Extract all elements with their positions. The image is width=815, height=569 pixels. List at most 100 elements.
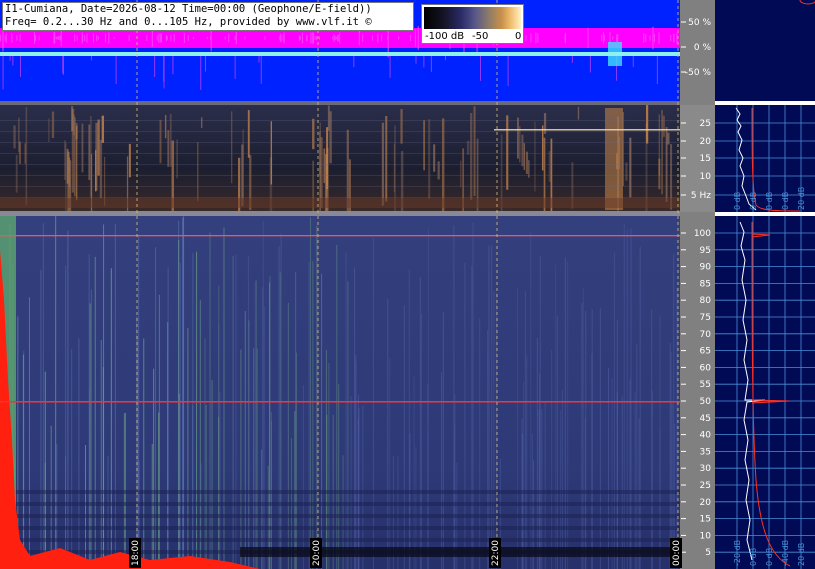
amplitude-spike xyxy=(163,56,165,82)
spectral-streak xyxy=(625,162,628,181)
amplitude-spike xyxy=(649,35,651,41)
spectral-streak xyxy=(521,134,524,167)
amplitude-spike xyxy=(381,34,383,42)
spectral-streak xyxy=(159,119,162,164)
spectral-streak xyxy=(244,310,246,569)
amplitude-spike xyxy=(200,56,202,90)
spectral-streak xyxy=(242,129,244,199)
amplitude-spike xyxy=(12,56,14,66)
amplitude-spike xyxy=(258,56,260,63)
low-frequency-axis-label: 10 xyxy=(700,172,712,182)
spectral-band xyxy=(0,197,680,198)
amplitude-spike xyxy=(166,36,168,40)
spectral-streak xyxy=(179,262,181,569)
amplitude-spike xyxy=(480,56,482,81)
amplitude-axis-label: 0 % xyxy=(694,43,712,53)
spectral-streak xyxy=(248,320,250,569)
amplitude-spike xyxy=(318,36,320,40)
high-frequency-axis-label: 85 xyxy=(700,279,711,289)
amplitude-spike xyxy=(173,33,175,43)
high-frequency-axis-label: 50 xyxy=(700,397,712,407)
amplitude-spike xyxy=(612,36,614,40)
harmonic-band xyxy=(0,526,680,530)
amplitude-spike xyxy=(670,34,672,42)
amplitude-spike xyxy=(108,32,110,44)
harmonic-band xyxy=(0,538,680,542)
amplitude-spike xyxy=(170,34,172,42)
time-axis-label: 18:00 xyxy=(131,540,141,566)
spectral-streak xyxy=(442,311,444,569)
amplitude-spike xyxy=(38,35,40,41)
spectral-streak xyxy=(100,340,102,569)
amplitude-spike xyxy=(617,34,619,42)
amplitude-spike xyxy=(398,36,400,40)
amplitude-spike xyxy=(601,34,603,42)
high-frequency-axis-label: 55 xyxy=(700,380,711,390)
amplitude-spike xyxy=(158,33,160,43)
amplitude-spike xyxy=(335,36,337,40)
harmonic-band xyxy=(0,502,680,506)
spectral-streak xyxy=(517,117,519,159)
low-frequency-axis-label: 15 xyxy=(700,154,711,164)
spectral-streak xyxy=(464,262,466,569)
amplitude-spike xyxy=(35,35,37,41)
spectral-streak xyxy=(178,393,180,569)
spectral-streak xyxy=(78,338,80,569)
amplitude-spike xyxy=(113,36,115,40)
spectral-streak xyxy=(372,238,374,569)
spectral-streak xyxy=(200,117,203,128)
spectral-streak xyxy=(636,344,638,569)
side-bottom-x-label: -20 dB xyxy=(733,540,742,566)
spectral-streak xyxy=(670,351,672,569)
low-frequency-axis-label: 25 xyxy=(700,119,711,129)
spectral-streak xyxy=(419,276,421,569)
spectral-streak xyxy=(110,268,112,569)
low-frequency-axis-label: 20 xyxy=(700,137,712,147)
amplitude-spike xyxy=(2,56,4,90)
spectral-streak xyxy=(673,254,675,569)
amplitude-spike xyxy=(90,56,92,61)
spectral-streak xyxy=(585,310,587,569)
harmonic-band xyxy=(0,514,680,518)
amplitude-spike xyxy=(316,35,318,41)
amplitude-spike xyxy=(334,35,336,41)
spectral-streak xyxy=(94,256,96,569)
amplitude-spike xyxy=(604,35,606,41)
spectral-streak xyxy=(329,111,332,164)
mains-50hz-line xyxy=(0,401,680,403)
amplitude-axis-label: 50 % xyxy=(688,18,711,28)
colorbar-gradient xyxy=(424,7,521,29)
spectral-streak xyxy=(470,113,473,201)
amplitude-spike xyxy=(156,35,158,41)
spectral-streak xyxy=(167,267,169,569)
amplitude-spike xyxy=(525,35,527,41)
side-bottom-x-label: 20 dB xyxy=(797,543,806,566)
colorbar-label-mid: -50 xyxy=(472,31,489,42)
high-frequency-axis-label: 95 xyxy=(700,246,711,256)
amplitude-spike xyxy=(146,35,148,41)
high-frequency-axis-label: 10 xyxy=(700,531,712,541)
spectral-streak xyxy=(433,144,436,172)
title-line-2: Freq= 0.2...30 Hz and 0...105 Hz, provid… xyxy=(5,16,372,28)
amplitude-spike xyxy=(313,32,315,44)
spectral-streak xyxy=(99,139,103,199)
amplitude-spike xyxy=(160,33,162,43)
amplitude-spike xyxy=(81,32,83,44)
spectral-streak xyxy=(613,252,615,569)
amplitude-spike xyxy=(234,35,236,41)
spectral-streak xyxy=(662,115,665,137)
side-panel-bottom xyxy=(715,216,815,569)
amplitude-spike xyxy=(656,56,658,84)
spectral-streak xyxy=(357,394,359,569)
spectral-streak xyxy=(71,348,73,569)
spectral-streak xyxy=(523,143,526,171)
spectral-streak xyxy=(256,348,258,569)
spectral-streak xyxy=(591,309,593,569)
high-frequency-axis-label: 40 xyxy=(700,431,712,441)
amplitude-spike xyxy=(4,35,6,41)
spectral-band xyxy=(0,120,680,121)
spectral-streak xyxy=(204,338,206,569)
spectral-streak xyxy=(22,354,24,569)
spectral-streak xyxy=(669,343,671,569)
amplitude-spike xyxy=(358,30,360,46)
